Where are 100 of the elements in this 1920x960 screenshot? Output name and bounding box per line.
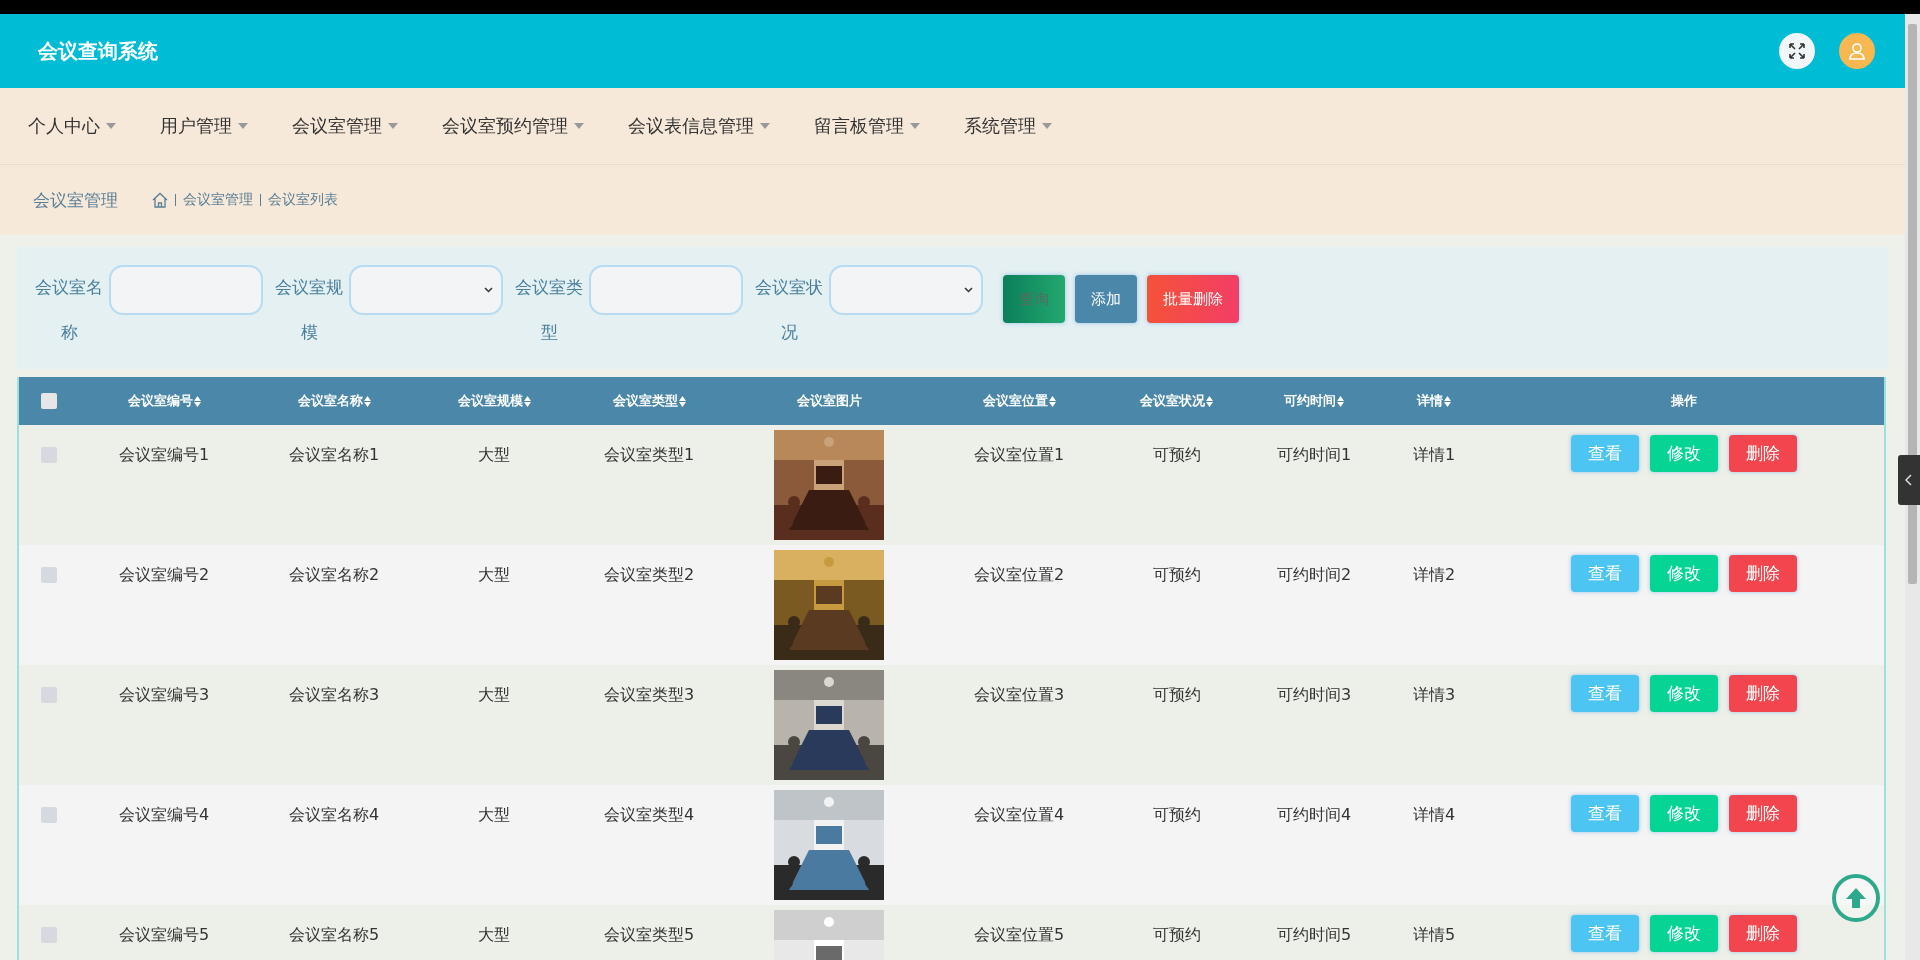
nav-menu-label[interactable]: 留言板管理 bbox=[814, 114, 904, 138]
column-header[interactable]: 会议室规模 bbox=[457, 392, 523, 410]
back-to-top-button[interactable] bbox=[1832, 874, 1880, 922]
delete-button[interactable]: 删除 bbox=[1729, 675, 1797, 712]
table-cell-text: 可预约 bbox=[1152, 565, 1201, 586]
table-cell-text: 可预约 bbox=[1152, 805, 1201, 826]
view-button[interactable]: 查看 bbox=[1571, 915, 1639, 952]
row-checkbox[interactable] bbox=[41, 567, 57, 583]
batch-delete-button[interactable]: 批量删除 bbox=[1147, 275, 1239, 323]
column-header[interactable]: 会议室名称 bbox=[297, 392, 363, 410]
nav-menu-item[interactable]: 留言板管理 bbox=[814, 114, 920, 138]
filter-label: 会议室规模 bbox=[274, 276, 344, 344]
table-cell-text: 可约时间4 bbox=[1276, 805, 1352, 826]
sort-icon[interactable] bbox=[1206, 395, 1213, 407]
table-cell-text: 可约时间1 bbox=[1276, 445, 1352, 466]
column-header[interactable]: 可约时间 bbox=[1284, 392, 1336, 410]
select-field[interactable] bbox=[829, 265, 983, 315]
table-cell-text: 大型 bbox=[478, 685, 510, 706]
view-button[interactable]: 查看 bbox=[1571, 555, 1639, 592]
table-cell-text: 详情4 bbox=[1412, 805, 1456, 826]
table-cell-text: 会议室位置2 bbox=[973, 565, 1065, 586]
table-cell-text: 可约时间5 bbox=[1276, 925, 1352, 946]
table-cell-text: 会议室类型1 bbox=[603, 445, 695, 466]
table-cell-text: 会议室类型5 bbox=[603, 925, 695, 946]
table-cell-text: 详情5 bbox=[1412, 925, 1456, 946]
delete-button[interactable]: 删除 bbox=[1729, 435, 1797, 472]
sort-icon[interactable] bbox=[363, 395, 371, 407]
column-header[interactable]: 会议室状况 bbox=[1140, 392, 1205, 410]
nav-menu-label[interactable]: 会议室管理 bbox=[292, 114, 382, 138]
add-button[interactable]: 添加 bbox=[1075, 275, 1137, 323]
table-cell-text: 会议室编号3 bbox=[118, 685, 210, 706]
table-cell-text: 会议室位置5 bbox=[973, 925, 1065, 946]
caret-icon bbox=[1042, 123, 1052, 129]
home-icon[interactable] bbox=[152, 192, 168, 208]
table-cell-text: 会议室名称3 bbox=[288, 685, 380, 706]
filter-label: 会议室状况 bbox=[754, 276, 824, 344]
filter-label: 会议室类型 bbox=[514, 276, 584, 344]
sort-icon[interactable] bbox=[523, 395, 531, 407]
column-header[interactable]: 会议室编号 bbox=[127, 392, 193, 410]
sort-icon[interactable] bbox=[1337, 395, 1344, 407]
nav-menu-label[interactable]: 用户管理 bbox=[160, 114, 232, 138]
table-cell-text: 会议室类型3 bbox=[603, 685, 695, 706]
app-title: 会议查询系统 bbox=[38, 37, 159, 65]
breadcrumb-link[interactable]: 会议室管理 bbox=[183, 191, 253, 209]
table-cell-text: 会议室名称4 bbox=[288, 805, 380, 826]
column-header[interactable]: 会议室类型 bbox=[612, 392, 678, 410]
delete-button[interactable]: 删除 bbox=[1729, 915, 1797, 952]
table-cell-text: 会议室名称1 bbox=[288, 445, 380, 466]
scrollbar[interactable] bbox=[1905, 14, 1920, 960]
select-all-checkbox[interactable] bbox=[41, 393, 57, 409]
table-cell-text: 会议室编号2 bbox=[118, 565, 210, 586]
table-cell-text: 会议室编号4 bbox=[118, 805, 210, 826]
nav-menu-label[interactable]: 个人中心 bbox=[28, 114, 100, 138]
nav-menu-item[interactable]: 个人中心 bbox=[28, 114, 116, 138]
chevron-down-icon bbox=[484, 287, 493, 293]
table-cell-text: 详情3 bbox=[1412, 685, 1456, 706]
nav-menu-label[interactable]: 系统管理 bbox=[964, 114, 1036, 138]
caret-icon bbox=[388, 123, 398, 129]
nav-menu-item[interactable]: 系统管理 bbox=[964, 114, 1052, 138]
user-avatar[interactable] bbox=[1839, 33, 1875, 69]
chevron-down-icon bbox=[964, 287, 973, 293]
table-cell-text: 会议室位置4 bbox=[973, 805, 1065, 826]
sort-icon[interactable] bbox=[678, 395, 686, 407]
sort-icon[interactable] bbox=[1048, 395, 1056, 407]
sort-icon[interactable] bbox=[193, 395, 201, 407]
sort-icon[interactable] bbox=[1444, 395, 1451, 407]
side-panel-toggle[interactable] bbox=[1898, 455, 1920, 505]
view-button[interactable]: 查看 bbox=[1571, 795, 1639, 832]
table-cell-text: 会议室位置1 bbox=[973, 445, 1065, 466]
row-checkbox[interactable] bbox=[41, 807, 57, 823]
table-cell-text: 会议室编号5 bbox=[118, 925, 210, 946]
column-header[interactable]: 详情 bbox=[1417, 392, 1443, 410]
caret-icon bbox=[760, 123, 770, 129]
filter-label: 会议室名称 bbox=[34, 276, 104, 344]
column-header[interactable]: 会议室位置 bbox=[982, 392, 1048, 410]
page-title: 会议室管理 bbox=[33, 188, 118, 212]
table-cell-text: 会议室名称5 bbox=[288, 925, 380, 946]
input-field[interactable] bbox=[589, 265, 743, 315]
nav-menu-item[interactable]: 用户管理 bbox=[160, 114, 248, 138]
chevron-left-icon bbox=[1905, 474, 1913, 486]
table-cell-text: 详情1 bbox=[1412, 445, 1456, 466]
view-button[interactable]: 查看 bbox=[1571, 675, 1639, 712]
delete-button[interactable]: 删除 bbox=[1729, 795, 1797, 832]
table-cell-text: 可预约 bbox=[1152, 685, 1201, 706]
input-field[interactable] bbox=[109, 265, 263, 315]
table-cell-text: 可预约 bbox=[1152, 925, 1201, 946]
table-cell-text: 会议室名称2 bbox=[288, 565, 380, 586]
table-cell-text: 会议室类型4 bbox=[603, 805, 695, 826]
arrow-up-icon bbox=[1844, 886, 1868, 910]
table-cell-text: 会议室类型2 bbox=[603, 565, 695, 586]
column-header: 操作 bbox=[1671, 392, 1697, 410]
caret-icon bbox=[574, 123, 584, 129]
breadcrumb-link[interactable]: 会议室列表 bbox=[268, 191, 338, 209]
table-cell-text: 大型 bbox=[478, 565, 510, 586]
delete-button[interactable]: 删除 bbox=[1729, 555, 1797, 592]
fullscreen-icon[interactable] bbox=[1779, 33, 1815, 69]
select-field[interactable] bbox=[349, 265, 503, 315]
view-button[interactable]: 查看 bbox=[1571, 435, 1639, 472]
table-cell-text: 详情2 bbox=[1412, 565, 1456, 586]
nav-menu-item[interactable]: 会议室管理 bbox=[292, 114, 398, 138]
